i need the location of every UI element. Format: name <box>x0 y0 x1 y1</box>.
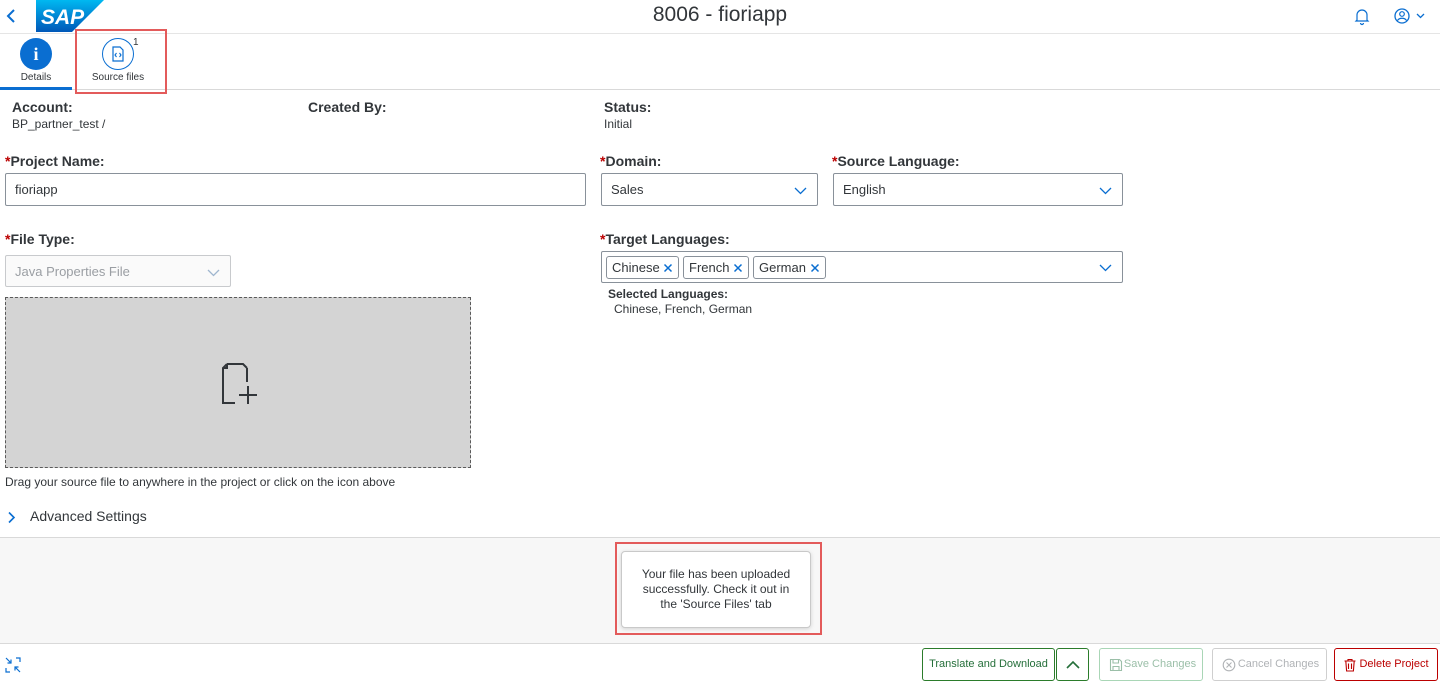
created-by-label: Created By: <box>308 99 387 115</box>
expand-menu-button[interactable] <box>1056 648 1089 681</box>
chevron-right-icon <box>8 511 16 524</box>
source-language-label: *Source Language: <box>832 153 960 169</box>
account-label: Account: <box>12 99 73 115</box>
save-icon <box>1109 658 1123 672</box>
target-languages-label: *Target Languages: <box>600 231 730 247</box>
project-name-label: *Project Name: <box>5 153 105 169</box>
tab-source-files[interactable]: Source files 1 <box>80 34 156 90</box>
tab-source-files-label: Source files <box>91 72 145 83</box>
domain-value: Sales <box>611 182 644 197</box>
translate-download-button[interactable]: Translate and Download <box>922 648 1055 681</box>
sap-logo[interactable]: SAP <box>36 0 104 32</box>
info-icon: i <box>20 38 52 70</box>
user-menu[interactable] <box>1392 6 1428 26</box>
cancel-changes-button[interactable]: Cancel Changes <box>1212 648 1327 681</box>
selected-languages-value: Chinese, French, German <box>614 302 753 316</box>
advanced-settings-label: Advanced Settings <box>30 508 147 524</box>
close-icon[interactable] <box>810 263 820 273</box>
token-chinese[interactable]: Chinese <box>606 256 679 279</box>
chevron-down-icon[interactable] <box>1099 261 1112 274</box>
file-type-value: Java Properties File <box>15 264 130 279</box>
footer-toolbar: Translate and Download Save Changes Canc… <box>0 643 1440 685</box>
target-languages-multicombo[interactable]: Chinese French German <box>601 251 1123 283</box>
file-type-label: *File Type: <box>5 231 75 247</box>
source-code-icon <box>102 38 134 70</box>
token-french[interactable]: French <box>683 256 749 279</box>
domain-label: *Domain: <box>600 153 662 169</box>
status-value: Initial <box>604 117 633 131</box>
upload-dropzone[interactable] <box>5 297 471 468</box>
bell-icon[interactable] <box>1352 6 1372 26</box>
logo-text: SAP <box>41 6 85 29</box>
back-icon[interactable] <box>4 5 22 27</box>
token-german[interactable]: German <box>753 256 826 279</box>
exit-fullscreen-icon[interactable] <box>5 657 21 673</box>
project-name-input[interactable]: fioriapp <box>5 173 586 206</box>
chevron-up-icon <box>1066 660 1080 669</box>
tab-count-badge: 1 <box>133 37 139 48</box>
selected-languages-label: Selected Languages: <box>608 287 729 301</box>
domain-select[interactable]: Sales <box>601 173 818 206</box>
source-language-select[interactable]: English <box>833 173 1123 206</box>
delete-project-button[interactable]: Delete Project <box>1334 648 1438 681</box>
app-title: 8006 - fioriapp <box>652 3 788 26</box>
shell-bar: SAP 8006 - fioriapp <box>0 0 1440 34</box>
source-language-value: English <box>843 182 886 197</box>
chevron-down-icon <box>1416 13 1425 19</box>
upload-success-toast: Your file has been uploaded successfully… <box>621 551 811 628</box>
chevron-down-icon <box>1099 187 1112 195</box>
account-value: BP_partner_test / <box>12 117 106 131</box>
upload-hint: Drag your source file to anywhere in the… <box>5 475 396 489</box>
cancel-icon <box>1222 658 1236 672</box>
tab-bar: i Details Source files 1 <box>0 34 1440 90</box>
chevron-down-icon <box>207 269 220 277</box>
file-type-select: Java Properties File <box>5 255 231 287</box>
status-label: Status: <box>604 99 652 115</box>
close-icon[interactable] <box>663 263 673 273</box>
save-changes-button[interactable]: Save Changes <box>1099 648 1203 681</box>
tab-details-label: Details <box>20 72 52 83</box>
add-document-icon[interactable] <box>217 360 263 408</box>
trash-icon <box>1344 658 1356 672</box>
tab-details[interactable]: i Details <box>0 34 72 90</box>
close-icon[interactable] <box>733 263 743 273</box>
chevron-down-icon <box>794 187 807 195</box>
